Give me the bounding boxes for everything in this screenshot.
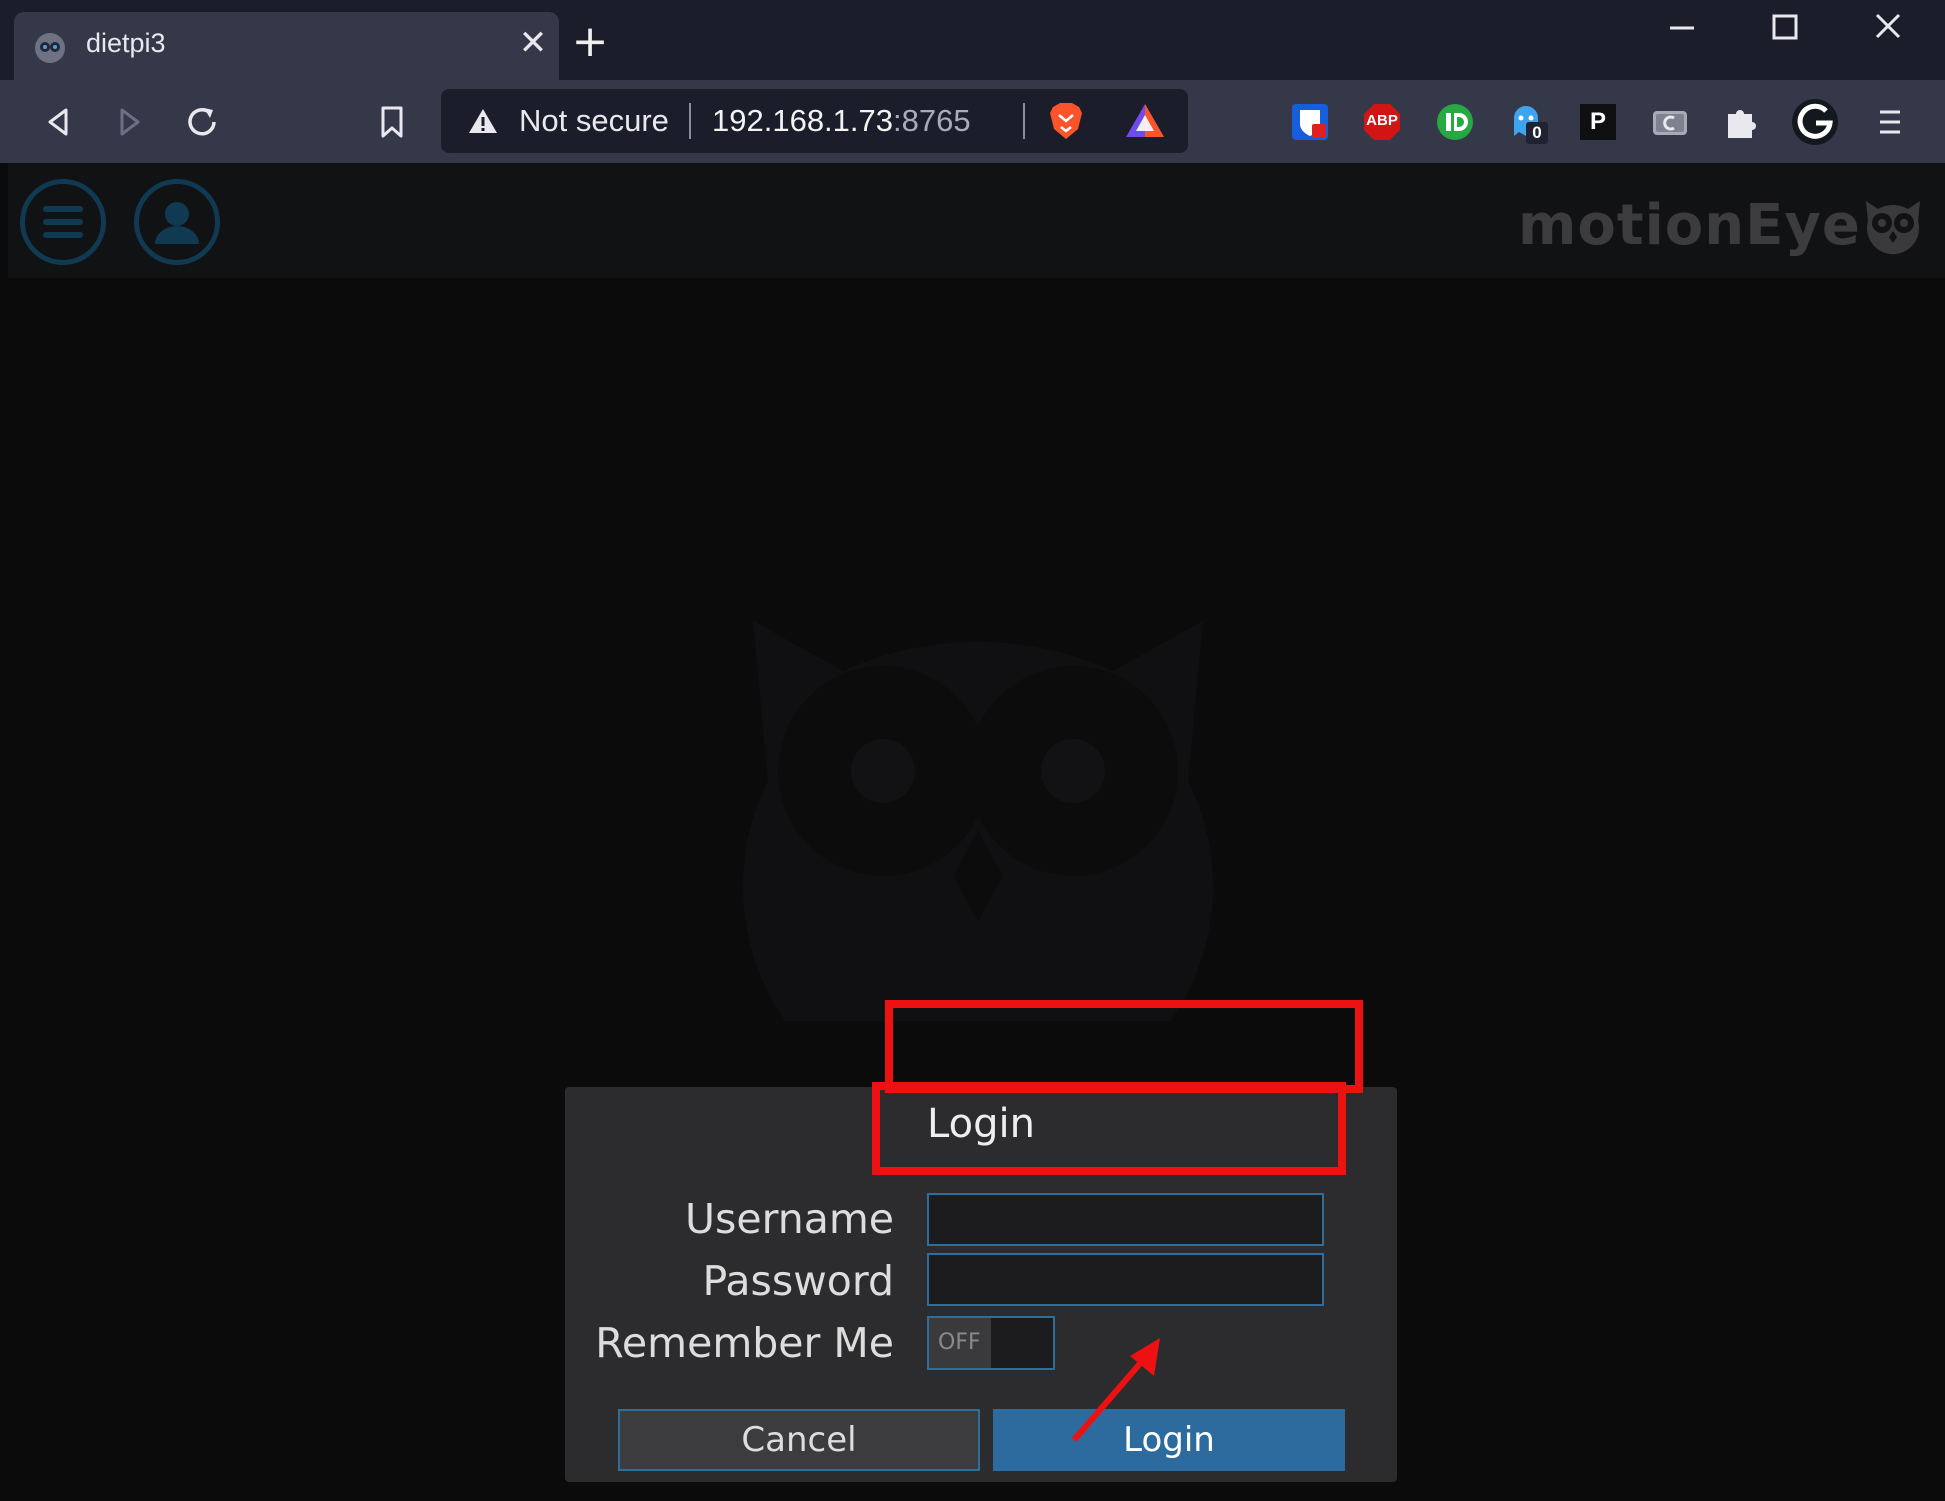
- ghostery-button[interactable]: 0: [1506, 102, 1548, 144]
- ghostery-badge: 0: [1526, 122, 1548, 144]
- owl-logo-icon: [1866, 201, 1920, 255]
- url-port: :8765: [893, 103, 971, 138]
- motioneye-page: motionEye Login Username Password Rememb…: [8, 163, 1945, 1501]
- security-status[interactable]: Not secure: [519, 103, 669, 139]
- cloud-icon[interactable]: [1650, 102, 1690, 142]
- password-label: Password: [702, 1257, 894, 1305]
- maximize-button[interactable]: [1754, 6, 1814, 50]
- annotation-box-username: [885, 1000, 1363, 1093]
- reload-icon[interactable]: [182, 102, 222, 142]
- remember-me-label: Remember Me: [595, 1319, 894, 1367]
- main-menu-button[interactable]: [20, 179, 106, 265]
- back-icon[interactable]: [38, 102, 78, 142]
- browser-tab[interactable]: dietpi3 ✕: [14, 12, 559, 80]
- adblock-plus-button[interactable]: ABP: [1362, 102, 1402, 142]
- menu-icon[interactable]: [1870, 102, 1910, 142]
- page-header: motionEye: [8, 163, 1945, 278]
- forward-icon[interactable]: [110, 102, 150, 142]
- grammarly-icon[interactable]: [1790, 97, 1840, 147]
- new-tab-button[interactable]: +: [568, 20, 612, 64]
- username-input[interactable]: [927, 1193, 1324, 1246]
- user-button[interactable]: [134, 179, 220, 265]
- pocket-button[interactable]: P: [1578, 102, 1618, 142]
- cancel-button[interactable]: Cancel: [618, 1409, 980, 1471]
- annotation-box-password: [872, 1082, 1346, 1175]
- abp-label: ABP: [1366, 112, 1398, 129]
- brand-name: motionEye: [1518, 193, 1861, 258]
- motioneye-favicon-icon: [35, 33, 65, 63]
- close-window-button[interactable]: [1858, 6, 1918, 50]
- identity-icon[interactable]: [1435, 102, 1475, 142]
- browser-tabstrip: dietpi3 ✕ +: [0, 0, 1945, 80]
- brave-shields-icon[interactable]: [1047, 101, 1085, 141]
- tab-close-icon[interactable]: ✕: [516, 26, 550, 60]
- puzzle-icon[interactable]: [1722, 102, 1762, 142]
- user-icon: [155, 202, 199, 244]
- minimize-icon: [1670, 26, 1694, 30]
- browser-toolbar: Not secure 192.168.1.73:8765 ABP 0 P: [0, 80, 1945, 163]
- remember-me-toggle[interactable]: OFF: [927, 1316, 1055, 1370]
- maximize-icon: [1772, 14, 1798, 40]
- tab-title: dietpi3: [86, 28, 166, 58]
- warning-icon: [469, 109, 497, 133]
- url-host: 192.168.1.73: [712, 103, 894, 138]
- hamburger-icon: [43, 206, 83, 238]
- background-owl-icon: [743, 621, 1213, 1021]
- brave-rewards-icon[interactable]: [1123, 101, 1167, 141]
- toggle-state: OFF: [938, 1330, 981, 1355]
- minimize-button[interactable]: [1652, 6, 1712, 50]
- bookmark-icon[interactable]: [372, 102, 412, 142]
- p-label: P: [1589, 108, 1606, 135]
- bitwarden-icon[interactable]: [1290, 102, 1330, 142]
- url-text[interactable]: 192.168.1.73:8765: [712, 103, 971, 139]
- password-input[interactable]: [927, 1253, 1324, 1306]
- divider: [1023, 103, 1025, 139]
- screenshot-root: dietpi3 ✕ + Not secure 192.168.1.73:8765…: [0, 0, 1945, 1501]
- address-bar[interactable]: Not secure 192.168.1.73:8765: [441, 89, 1188, 153]
- annotation-arrow-icon: [1071, 1338, 1160, 1442]
- username-label: Username: [684, 1195, 894, 1243]
- close-window-icon: [1875, 13, 1901, 39]
- divider: [689, 103, 691, 139]
